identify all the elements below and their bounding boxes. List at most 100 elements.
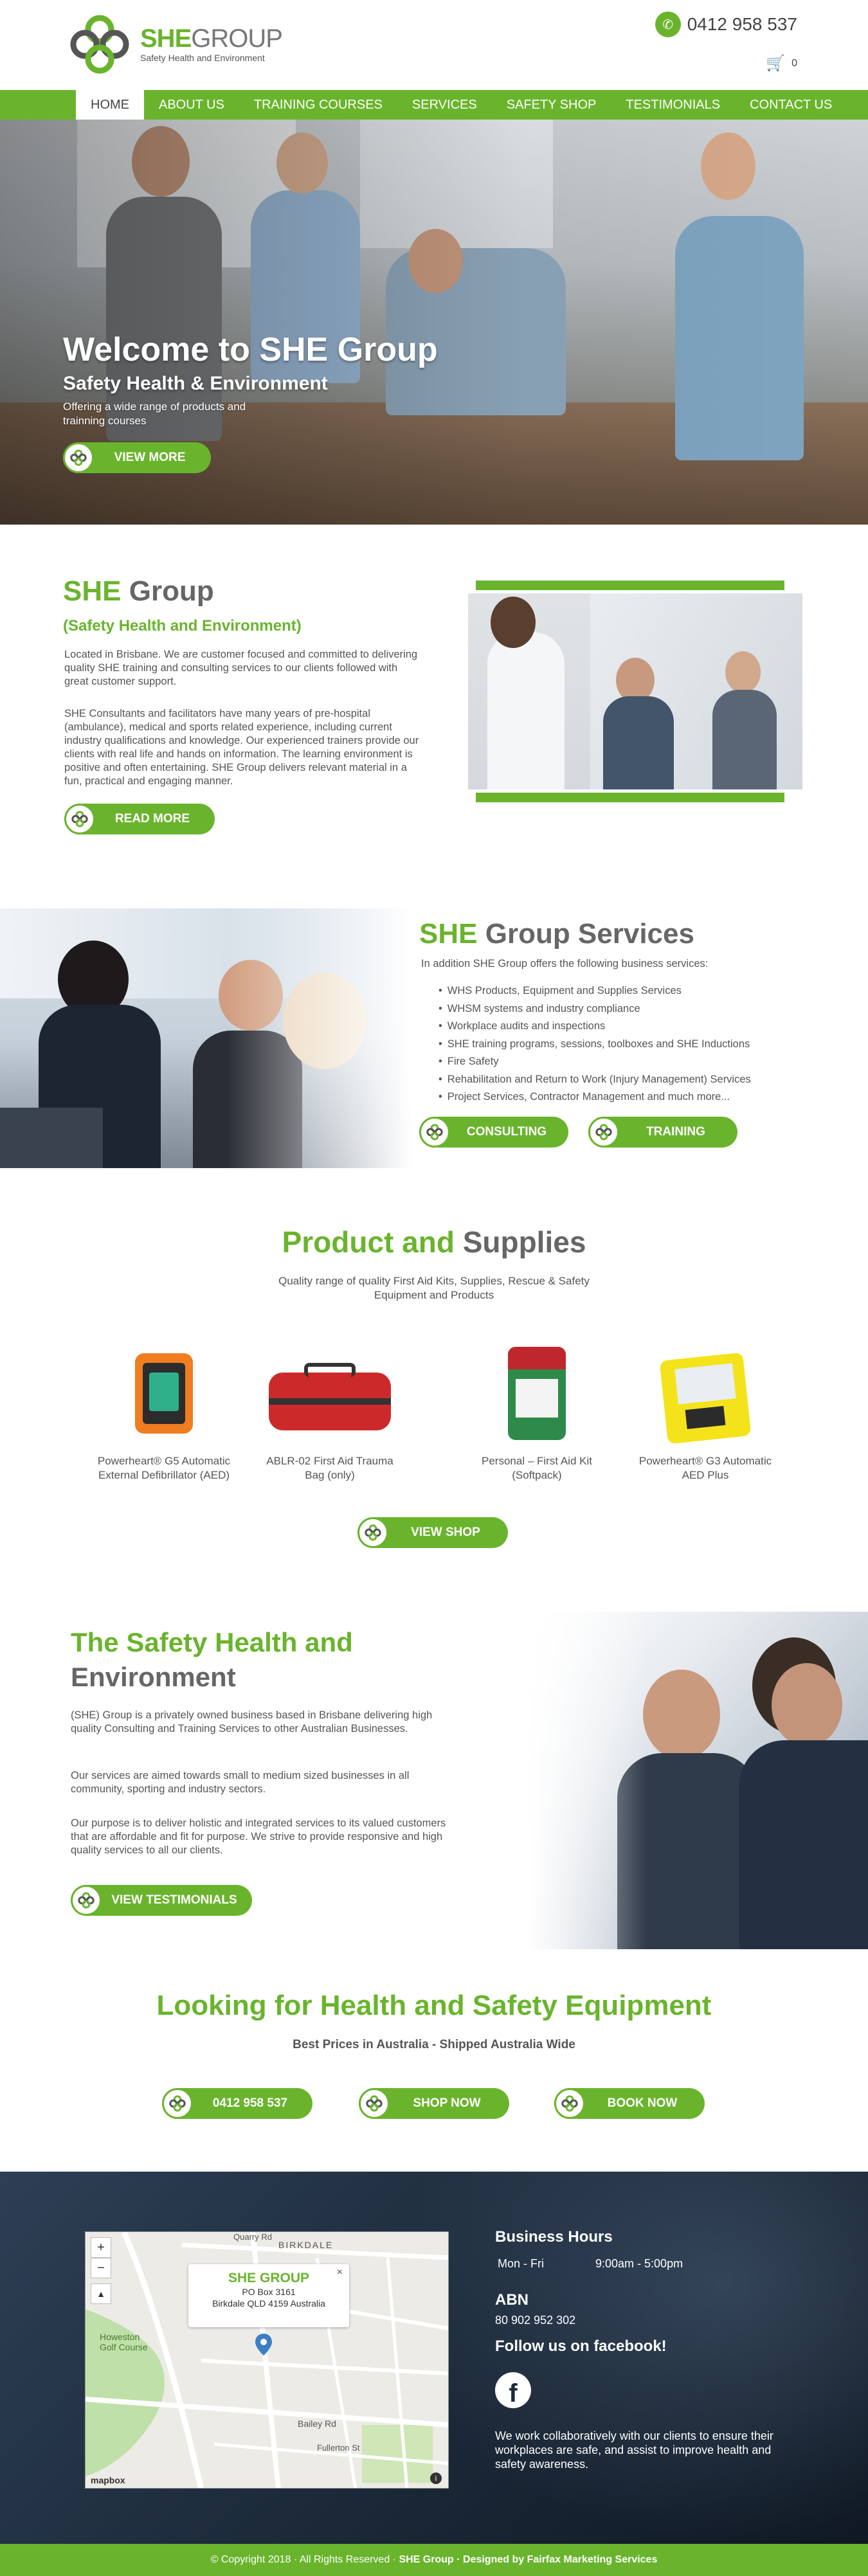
- product-card[interactable]: ABLR-02 First Aid Trauma Bag (only): [256, 1337, 404, 1482]
- map-popup: × SHE GROUP PO Box 3161 Birkdale QLD 415…: [188, 2264, 349, 2327]
- logo-badge-icon: [359, 2088, 390, 2119]
- read-more-button[interactable]: READ MORE: [64, 804, 215, 834]
- copyright-bar: © Copyright 2018 · All Rights Reserved ·…: [0, 2544, 868, 2576]
- facebook-block: Follow us on facebook!: [495, 2337, 667, 2355]
- logo-badge-icon: [357, 1517, 388, 1548]
- product-card[interactable]: Personal – First Aid Kit (Softpack): [463, 1337, 611, 1482]
- looking-subtitle: Best Prices in Australia - Shipped Austr…: [293, 2038, 575, 2051]
- map-label: Bailey Rd: [298, 2418, 336, 2429]
- nav-item-testimonials[interactable]: TESTIMONIALS: [611, 90, 735, 120]
- zoom-in-button[interactable]: +: [91, 2237, 111, 2258]
- services-intro: In addition SHE Group offers the followi…: [421, 958, 709, 969]
- hours-time: 9:00am - 5:00pm: [595, 2257, 683, 2270]
- map-label: Quarry Rd: [233, 2232, 272, 2242]
- copyright-text: © Copyright 2018 · All Rights Reserved ·: [210, 2554, 399, 2565]
- zoom-out-button[interactable]: −: [91, 2258, 111, 2278]
- aed-g3-image[interactable]: [631, 1337, 779, 1446]
- view-testimonials-button[interactable]: VIEW TESTIMONIALS: [71, 1885, 252, 1916]
- map-pin-icon[interactable]: [255, 2334, 272, 2355]
- product-card[interactable]: Powerheart® G3 Automatic AED Plus: [631, 1337, 779, 1482]
- product-name[interactable]: Powerheart® G5 Automatic External Defibr…: [90, 1454, 238, 1482]
- logo-mark-icon: [64, 9, 135, 80]
- location-map[interactable]: + − ▲ × SHE GROUP PO Box 3161 Birkdale Q…: [85, 2231, 449, 2489]
- list-item: Rehabilitation and Return to Work (Injur…: [439, 1071, 751, 1089]
- product-name[interactable]: Powerheart® G3 Automatic AED Plus: [631, 1454, 779, 1482]
- logo-badge-icon: [63, 442, 94, 473]
- services-title-grey: Group Services: [485, 918, 694, 950]
- compass-icon[interactable]: ▲: [91, 2283, 111, 2304]
- close-icon[interactable]: ×: [337, 2267, 343, 2278]
- abn-value: 80 902 952 302: [495, 2314, 576, 2327]
- safety-title-grey: Environment: [71, 1662, 236, 1692]
- products-title-green: Product and: [282, 1225, 455, 1259]
- hours-days: Mon - Fri: [498, 2257, 544, 2270]
- training-label: TRAINING: [646, 1125, 705, 1139]
- map-label: Howeston Golf Course: [100, 2332, 148, 2352]
- info-icon[interactable]: i: [430, 2472, 442, 2484]
- phone-icon: ✆: [655, 12, 681, 37]
- list-item: Fire Safety: [439, 1053, 751, 1071]
- nav-item-services[interactable]: SERVICES: [397, 90, 492, 120]
- call-phone-label: 0412 958 537: [212, 2096, 288, 2110]
- trauma-bag-image[interactable]: [256, 1337, 404, 1446]
- services-title: SHE Group Services: [419, 918, 694, 950]
- about-paragraph-1: Located in Brisbane. We are customer foc…: [64, 649, 418, 687]
- consulting-label: CONSULTING: [466, 1125, 547, 1139]
- business-hours: Business Hours Mon - Fri 9:00am - 5:00pm: [495, 2228, 683, 2271]
- view-more-button[interactable]: VIEW MORE: [63, 442, 211, 473]
- facebook-heading: Follow us on facebook!: [495, 2337, 667, 2355]
- product-name[interactable]: ABLR-02 First Aid Trauma Bag (only): [256, 1454, 404, 1482]
- view-shop-label: VIEW SHOP: [411, 1526, 480, 1539]
- list-item: WHSM systems and industry compliance: [439, 1000, 751, 1018]
- designer-link[interactable]: SHE Group · Designed by Fairfax Marketin…: [399, 2554, 657, 2565]
- services-image: [0, 908, 411, 1168]
- safety-title: The Safety Health and Environment: [71, 1625, 405, 1695]
- logo-tagline: Safety Health and Environment: [140, 53, 265, 63]
- safety-paragraph-1: (SHE) Group is a privately owned busines…: [71, 1709, 433, 1734]
- nav-item-training-courses[interactable]: TRAINING COURSES: [239, 90, 397, 120]
- cart-icon[interactable]: 🛒: [766, 54, 785, 73]
- logo[interactable]: SHEGROUP Safety Health and Environment: [64, 9, 283, 80]
- product-name[interactable]: Personal – First Aid Kit (Softpack): [463, 1454, 611, 1482]
- hero-title: Welcome to SHE Group: [63, 331, 438, 368]
- training-button[interactable]: TRAINING: [588, 1117, 737, 1148]
- cart-count: 0: [791, 57, 797, 69]
- view-testimonials-label: VIEW TESTIMONIALS: [111, 1893, 237, 1907]
- nav-item-about-us[interactable]: ABOUT US: [144, 90, 239, 120]
- site-footer: + − ▲ × SHE GROUP PO Box 3161 Birkdale Q…: [0, 2172, 868, 2544]
- header-cart[interactable]: 🛒 0: [766, 54, 797, 73]
- footer-about-text: We work collaboratively with our clients…: [495, 2429, 773, 2471]
- book-now-button[interactable]: BOOK NOW: [554, 2088, 705, 2119]
- view-shop-button[interactable]: VIEW SHOP: [357, 1517, 508, 1548]
- about-title-grey: Group: [129, 575, 214, 607]
- safety-image: [527, 1612, 868, 1949]
- about-image-bar: [476, 581, 784, 590]
- product-card[interactable]: Powerheart® G5 Automatic External Defibr…: [90, 1337, 238, 1482]
- mapbox-logo[interactable]: mapbox: [91, 2475, 125, 2485]
- hours-heading: Business Hours: [495, 2228, 613, 2246]
- shop-now-button[interactable]: SHOP NOW: [359, 2088, 509, 2119]
- logo-badge-icon: [162, 2088, 193, 2119]
- view-more-label: VIEW MORE: [114, 451, 186, 464]
- consulting-button[interactable]: CONSULTING: [419, 1117, 568, 1148]
- nav-item-home[interactable]: HOME: [76, 90, 144, 120]
- logo-badge-icon: [588, 1117, 619, 1148]
- site-header: SHEGROUP Safety Health and Environment ✆…: [0, 0, 868, 90]
- abn-block: ABN 80 902 952 302: [495, 2291, 575, 2327]
- nav-item-safety-shop[interactable]: SAFETY SHOP: [492, 90, 611, 120]
- logo-badge-icon: [71, 1885, 102, 1916]
- about-title: SHE Group: [63, 575, 214, 608]
- logo-badge-icon: [64, 804, 95, 834]
- list-item: WHS Products, Equipment and Supplies Ser…: [439, 982, 751, 1000]
- aed-g5-image[interactable]: [90, 1337, 238, 1446]
- header-phone[interactable]: ✆ 0412 958 537: [655, 12, 797, 37]
- facebook-icon[interactable]: f: [495, 2372, 531, 2408]
- services-title-green: SHE: [419, 918, 478, 950]
- hero-text: Welcome to SHE Group Safety Health & Env…: [63, 330, 438, 428]
- about-paragraph-2: SHE Consultants and facilitators have ma…: [64, 708, 419, 787]
- call-phone-button[interactable]: 0412 958 537: [162, 2088, 312, 2119]
- about-image-bar: [476, 793, 784, 802]
- header-phone-number[interactable]: 0412 958 537: [687, 14, 797, 35]
- nav-item-contact-us[interactable]: CONTACT US: [735, 90, 847, 120]
- first-aid-kit-image[interactable]: [463, 1337, 611, 1446]
